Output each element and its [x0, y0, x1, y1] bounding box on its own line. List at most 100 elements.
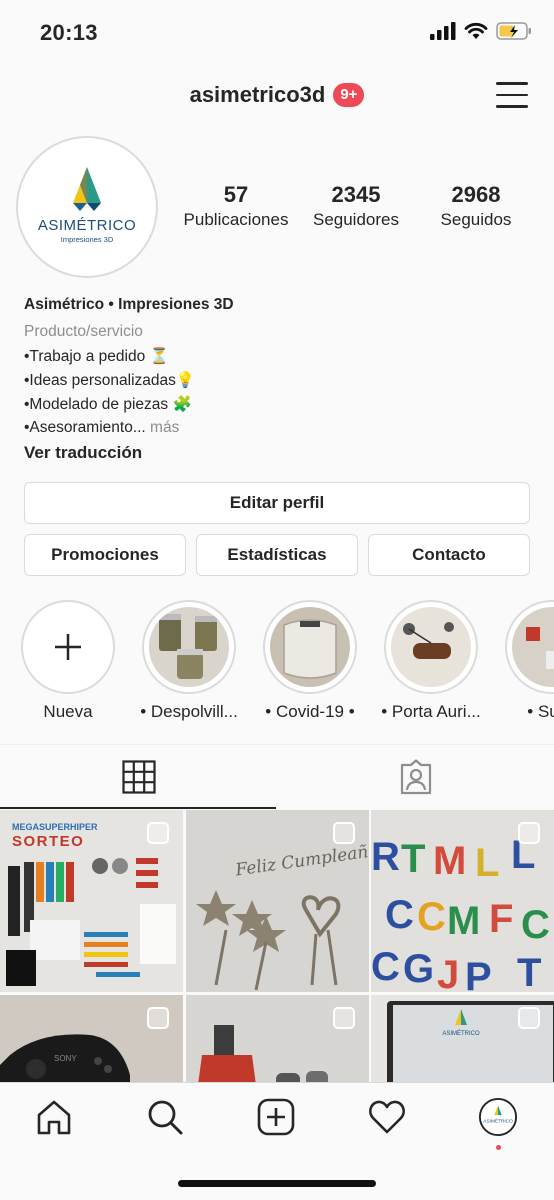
story-highlights: Nueva • Despolvill... • Covid-19 • • Por… [0, 600, 554, 730]
grid-post[interactable] [186, 995, 369, 1082]
plus-icon [55, 634, 81, 660]
svg-text:J: J [437, 953, 459, 992]
highlight-label: • Sujet [527, 702, 554, 721]
svg-text:P: P [465, 955, 492, 992]
jars-thumbnail [149, 607, 229, 687]
menu-icon-line [496, 93, 528, 96]
multiple-photos-icon [147, 1007, 169, 1029]
grid-post[interactable]: ASIMÉTRICO [371, 995, 554, 1082]
status-bar: 20:13 [0, 0, 554, 64]
heart-icon [369, 1100, 405, 1134]
see-translation-link[interactable]: Ver traducción [24, 443, 534, 463]
bio-line-text: •Asesoramiento... [24, 419, 146, 436]
multiple-photos-icon [518, 822, 540, 844]
edit-profile-button[interactable]: Editar perfil [24, 482, 530, 524]
svg-text:M: M [447, 899, 480, 943]
highlight-cover [512, 607, 554, 687]
grid-post[interactable]: Feliz Cumpleaños [186, 810, 369, 992]
tab-grid[interactable] [0, 745, 277, 809]
profile-avatar[interactable]: ASIMÉTRICO Impresiones 3D [16, 136, 158, 278]
multiple-photos-icon [333, 822, 355, 844]
tab-tagged[interactable] [277, 745, 554, 809]
wifi-icon [464, 22, 488, 39]
status-icons [430, 22, 532, 40]
highlight-label: • Despolvill... [140, 702, 238, 721]
menu-icon-line [496, 105, 528, 108]
grid-post[interactable]: SONY [0, 995, 183, 1082]
highlight-cover [270, 607, 350, 687]
highlight-ring [505, 600, 554, 694]
search-icon [148, 1100, 183, 1135]
stat-label: Seguidos [440, 210, 512, 229]
active-tab-indicator [0, 807, 276, 809]
svg-text:G: G [403, 947, 434, 991]
menu-button[interactable] [496, 82, 528, 110]
highlight-item[interactable]: • Porta Auri... [381, 600, 481, 722]
nav-home[interactable] [34, 1097, 74, 1137]
grid-post[interactable]: R T M L L C C M F C C G J P T [371, 810, 554, 992]
contact-button[interactable]: Contacto [368, 534, 530, 576]
stat-following[interactable]: 2968 Seguidos [416, 182, 536, 230]
profile-tabs [0, 744, 554, 810]
home-icon [37, 1100, 71, 1135]
svg-text:C: C [417, 895, 446, 939]
highlight-ring [142, 600, 236, 694]
face-shield-thumbnail [270, 607, 350, 687]
profile-bio: Asimétrico • Impresiones 3D Producto/ser… [24, 296, 534, 463]
insights-button[interactable]: Estadísticas [196, 534, 358, 576]
notification-badge[interactable]: 9+ [333, 83, 365, 107]
grid-post[interactable]: MEGASUPERHIPER SORTEO [0, 810, 183, 992]
bio-line: •Modelado de piezas 🧩 [24, 396, 192, 413]
promotions-button[interactable]: Promociones [24, 534, 186, 576]
profile-notification-dot [496, 1145, 501, 1150]
svg-text:F: F [489, 897, 513, 941]
earphones-holder-thumbnail [391, 607, 471, 687]
highlight-item[interactable]: • Despolvill... [139, 600, 239, 722]
highlight-item[interactable]: • Covid-19 • [260, 600, 360, 722]
svg-text:SORTEO: SORTEO [12, 833, 84, 850]
highlight-ring [384, 600, 478, 694]
svg-text:T: T [401, 837, 425, 881]
highlight-new[interactable]: Nueva [18, 600, 118, 722]
bio-line-truncated: •Asesoramiento... más [24, 419, 534, 437]
bio-line: •Ideas personalizadas💡 [24, 372, 196, 389]
bio-more-link[interactable]: más [150, 419, 179, 436]
svg-text:ASIMÉTRICO: ASIMÉTRICO [442, 1030, 480, 1037]
svg-text:MEGASUPERHIPER: MEGASUPERHIPER [12, 822, 98, 832]
username: asimetrico3d [189, 82, 326, 107]
menu-icon-line [496, 82, 528, 85]
svg-text:T: T [517, 951, 541, 992]
highlight-ring [21, 600, 115, 694]
highlight-label: Nueva [43, 702, 93, 721]
bio-category: Producto/servicio [24, 323, 143, 340]
tagged-user-icon [400, 759, 431, 795]
profile-header: asimetrico3d 9+ [0, 72, 554, 124]
profile-avatar-icon: ASIMÉTRICO [478, 1097, 518, 1137]
nav-activity[interactable] [367, 1097, 407, 1137]
highlight-label: • Porta Auri... [381, 702, 481, 721]
multiple-photos-icon [518, 1007, 540, 1029]
avatar-image: ASIMÉTRICO Impresiones 3D [25, 145, 149, 269]
stat-label: Publicaciones [183, 210, 289, 229]
svg-text:L: L [475, 841, 499, 885]
multiple-photos-icon [147, 822, 169, 844]
bio-name: Asimétrico • Impresiones 3D [24, 296, 234, 313]
stat-followers[interactable]: 2345 Seguidores [296, 182, 416, 230]
battery-icon [496, 22, 531, 40]
account-switcher[interactable]: asimetrico3d 9+ [0, 82, 554, 108]
svg-text:ASIMÉTRICO: ASIMÉTRICO [38, 217, 136, 234]
bio-line: •Trabajo a pedido ⏳ [24, 348, 169, 365]
stat-number: 57 [223, 182, 249, 207]
nav-profile[interactable]: ASIMÉTRICO [478, 1097, 518, 1137]
nav-create[interactable] [256, 1097, 296, 1137]
highlight-label: • Covid-19 • [265, 702, 355, 721]
svg-text:SONY: SONY [54, 1054, 77, 1063]
status-time: 20:13 [40, 20, 98, 45]
highlight-item[interactable]: • Sujet [502, 600, 554, 722]
stat-number: 2345 [331, 182, 381, 207]
home-indicator[interactable] [178, 1180, 376, 1187]
stat-posts[interactable]: 57 Publicaciones [176, 182, 296, 230]
create-post-icon [257, 1098, 295, 1136]
svg-text:C: C [521, 903, 550, 947]
nav-search[interactable] [145, 1097, 185, 1137]
